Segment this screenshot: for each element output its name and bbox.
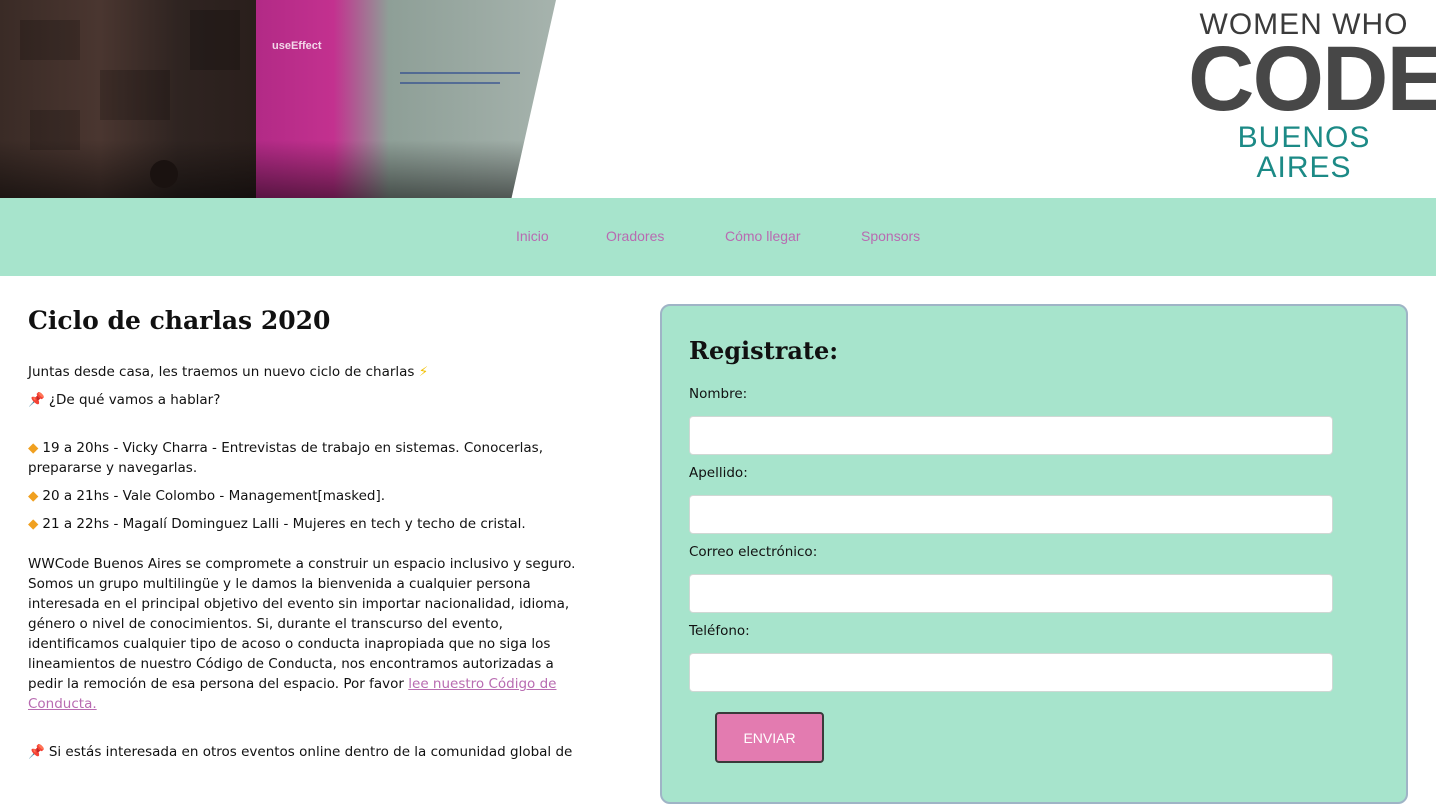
form-title: Registrate: xyxy=(689,336,839,365)
apellido-field[interactable] xyxy=(689,495,1333,534)
talk-label: 20 a 21hs - Vale Colombo - Management[ma… xyxy=(42,488,386,504)
question-text: 📌 ¿De qué vamos a hablar? xyxy=(28,390,580,410)
nav-item-como-llegar[interactable]: Cómo llegar xyxy=(725,228,800,244)
nombre-field[interactable] xyxy=(689,416,1333,455)
submit-button[interactable]: ENVIAR xyxy=(715,712,824,763)
talk-item: ◆ 21 a 22hs - Magalí Dominguez Lalli - Mu… xyxy=(28,514,580,534)
hero-image: useEffect xyxy=(0,0,556,198)
orange-diamond-icon: ◆ xyxy=(28,440,39,456)
nombre-label: Nombre: xyxy=(689,386,748,402)
apellido-label: Apellido: xyxy=(689,465,748,481)
intro-text: Juntas desde casa, les traemos un nuevo … xyxy=(28,362,580,382)
email-label: Correo electrónico: xyxy=(689,544,818,560)
logo-line-3: BUENOS AIRES xyxy=(1237,120,1371,184)
logo-line-2: CODE xyxy=(1188,28,1436,130)
talk-item: ◆ 19 a 20hs - Vicky Charra - Entrevistas … xyxy=(28,438,580,478)
orange-diamond-icon: ◆ xyxy=(28,488,39,504)
nav-item-sponsors[interactable]: Sponsors xyxy=(861,228,920,244)
pushpin-icon: 📌 xyxy=(28,392,45,408)
question-label: ¿De qué vamos a hablar? xyxy=(48,392,221,408)
talk-label: 21 a 22hs - Magalí Dominguez Lalli - Muj… xyxy=(42,516,526,532)
talk-item: ◆ 20 a 21hs - Vale Colombo - Management[m… xyxy=(28,486,580,506)
email-field[interactable] xyxy=(689,574,1333,613)
wwcode-logo: WOMEN WHO CODE BUENOS AIRES xyxy=(1188,10,1436,184)
more-events-label: Si estás interesada en otros eventos onl… xyxy=(48,744,573,760)
main-nav: Inicio Oradores Cómo llegar Sponsors xyxy=(0,198,1436,276)
lightning-icon: ⚡ xyxy=(418,364,429,380)
hero-screen-title: useEffect xyxy=(272,40,322,52)
nav-item-inicio[interactable]: Inicio xyxy=(516,228,549,244)
event-description: Ciclo de charlas 2020 Juntas desde casa,… xyxy=(28,306,580,760)
registration-form: Registrate: Nombre: Apellido: Correo ele… xyxy=(660,304,1408,804)
conduct-body: WWCode Buenos Aires se compromete a cons… xyxy=(28,556,576,692)
page-header: useEffect WOMEN WHO CODE BUENOS AIRES xyxy=(0,0,1436,198)
speaker-silhouette xyxy=(150,160,178,188)
orange-diamond-icon: ◆ xyxy=(28,516,39,532)
more-events-text: 📌 Si estás interesada en otros eventos on… xyxy=(28,742,580,762)
page-title: Ciclo de charlas 2020 xyxy=(28,306,331,335)
intro-label: Juntas desde casa, les traemos un nuevo … xyxy=(28,364,415,380)
talk-label: 19 a 20hs - Vicky Charra - Entrevistas d… xyxy=(28,440,543,476)
nav-item-oradores[interactable]: Oradores xyxy=(606,228,664,244)
telefono-label: Teléfono: xyxy=(689,623,750,639)
code-of-conduct-text: WWCode Buenos Aires se compromete a cons… xyxy=(28,554,580,714)
telefono-field[interactable] xyxy=(689,653,1333,692)
pushpin-icon: 📌 xyxy=(28,744,45,760)
